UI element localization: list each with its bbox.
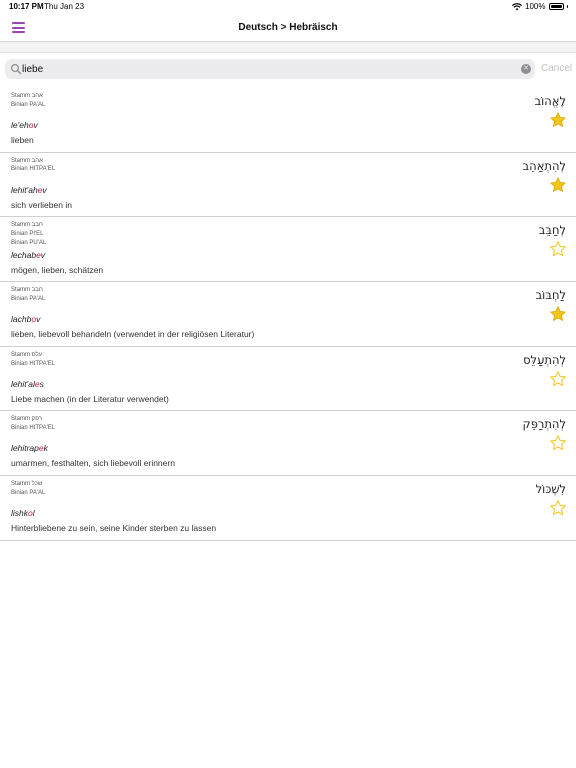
status-date: Thu Jan 23: [44, 2, 85, 11]
transliteration-part: v: [42, 184, 47, 195]
meaning-text: lieben, liebevoll behandeln (verwendet i…: [11, 329, 255, 340]
transliteration: lishkol: [11, 508, 35, 518]
star-outline-icon[interactable]: [550, 241, 566, 257]
nav-title: Deutsch > Hebräisch: [238, 22, 338, 33]
root-info: Stamm אהב Binian HITPA'EL: [11, 157, 55, 175]
binian-label: Binian HITPA'EL: [11, 166, 56, 173]
hebrew-word: לִשְׁכּוֹל: [535, 482, 566, 497]
transliteration-part: s: [39, 378, 44, 389]
binian-label: Binian PI'EL: [11, 231, 44, 238]
transliteration-part: lachb: [11, 314, 32, 325]
stamm-label: Stamm עלס: [11, 351, 43, 358]
hebrew-word: לְהִתְעַלֵּס: [523, 352, 566, 367]
binian-label: Binian HITPA'EL: [11, 360, 56, 367]
transliteration-part: lechab: [11, 250, 37, 261]
hebrew-word: לֶאֱהוֹב: [534, 94, 566, 108]
stamm-label: Stamm חבב: [11, 287, 43, 294]
battery-icon: [548, 3, 564, 10]
result-row[interactable]: Stamm אהב Binian HITPA'EL lehit'ahev sich v…: [0, 153, 576, 218]
header-separator: [0, 42, 576, 53]
star-filled-icon[interactable]: [550, 112, 566, 128]
results-list: Stamm אהב Binian PA'AL le'ehov lieben לֶאֱהו…: [0, 88, 576, 541]
nav-bar: Deutsch > Hebräisch: [0, 14, 576, 42]
transliteration-part: lehit'ah: [11, 184, 38, 195]
wifi-icon: [512, 2, 523, 10]
search-field[interactable]: ✕: [5, 59, 535, 79]
battery-tip: [566, 5, 568, 8]
result-row[interactable]: Stamm עלס Binian HITPA'EL lehit'ales Liebe …: [0, 347, 576, 412]
root-info: Stamm עלס Binian HITPA'EL: [11, 351, 55, 369]
root-info: Stamm אהב Binian PA'AL: [11, 92, 45, 110]
hebrew-word: לְהִתְאַהֵב: [522, 158, 566, 173]
root-info: Stamm חבב Binian PA'AL: [11, 286, 45, 304]
hebrew-word: לְהִתְרַפֵּק: [522, 417, 566, 432]
transliteration: lachbov: [11, 314, 40, 324]
search-icon: [10, 63, 22, 75]
binian-label: Binian PA'AL: [11, 489, 46, 496]
stamm-label: Stamm אהב: [11, 93, 43, 99]
meaning-text: Hinterbliebene zu sein, seine Kinder ste…: [11, 523, 217, 534]
transliteration-part: v: [40, 250, 46, 261]
meaning-text: lieben: [11, 135, 34, 145]
result-row[interactable]: Stamm רפק Binian HITPA'EL lehitrapek umarme…: [0, 411, 576, 477]
stamm-label: Stamm רפק: [11, 416, 42, 423]
transliteration: le'ehov: [11, 120, 38, 130]
hebrew-word: לַחְבּוֹב: [535, 288, 566, 303]
star-outline-icon[interactable]: [550, 500, 566, 516]
transliteration-part: lehitrap: [11, 443, 39, 454]
result-row[interactable]: Stamm חבב Binian PA'AL lachbov lieben, lieb…: [0, 282, 576, 347]
status-right: 100%: [512, 2, 568, 11]
meaning-text: mögen, lieben, schätzen: [11, 265, 104, 276]
stamm-label: Stamm אהב: [11, 157, 43, 164]
binian-label: Binian PA'AL: [11, 295, 46, 302]
result-row[interactable]: Stamm שכל Binian PA'AL lishkol Hinterbliebe…: [0, 476, 576, 541]
star-outline-icon[interactable]: [550, 370, 566, 387]
transliteration: lehitrapek: [11, 443, 48, 453]
meaning-text: sich verlieben in: [11, 199, 72, 210]
binian-label: Binian HITPA'EL: [11, 425, 56, 432]
transliteration-part: le'eh: [11, 120, 29, 130]
clear-search-icon[interactable]: ✕: [521, 64, 531, 74]
transliteration: lechabev: [11, 250, 45, 260]
battery-percent: 100%: [525, 2, 546, 11]
search-input[interactable]: [22, 62, 512, 76]
transliteration-part: v: [33, 120, 38, 130]
root-info: Stamm רפק Binian HITPA'EL: [11, 415, 55, 433]
result-row[interactable]: Stamm אהב Binian PA'AL le'ehov lieben לֶאֱהו…: [0, 88, 576, 153]
hebrew-word: לְחַבֵּב: [538, 223, 566, 238]
stamm-label: Stamm חבב: [11, 222, 43, 229]
root-info: Stamm שכל Binian PA'AL: [11, 480, 45, 498]
transliteration-part: k: [43, 443, 48, 454]
binian-label: Binian PA'AL: [11, 101, 46, 108]
star-outline-icon[interactable]: [550, 435, 566, 451]
star-filled-icon[interactable]: [550, 176, 566, 193]
result-row[interactable]: Stamm חבב Binian PI'EL Binian PU'AL lechabe…: [0, 217, 576, 283]
cancel-button[interactable]: Cancel: [541, 63, 572, 74]
stamm-label: Stamm שכל: [11, 481, 43, 488]
star-filled-icon[interactable]: [550, 306, 566, 322]
binian-label: Binian PU'AL: [11, 239, 47, 246]
transliteration-part: v: [36, 314, 41, 325]
transliteration-part: lishk: [11, 508, 29, 519]
meaning-text: umarmen, festhalten, sich liebevoll erin…: [11, 458, 175, 469]
meaning-text: Liebe machen (in der Literatur verwendet…: [11, 393, 169, 404]
status-bar: 10:17 PM Thu Jan 23 100%: [0, 0, 576, 14]
root-info: Stamm חבב Binian PI'EL Binian PU'AL: [11, 221, 46, 247]
search-bar: ✕ Cancel: [0, 54, 576, 84]
transliteration-part: lehit'al: [11, 378, 35, 389]
status-time: 10:17 PM: [9, 2, 44, 11]
transliteration: lehit'ales: [11, 379, 44, 389]
transliteration-part: l: [32, 508, 35, 519]
transliteration: lehit'ahev: [11, 185, 47, 195]
